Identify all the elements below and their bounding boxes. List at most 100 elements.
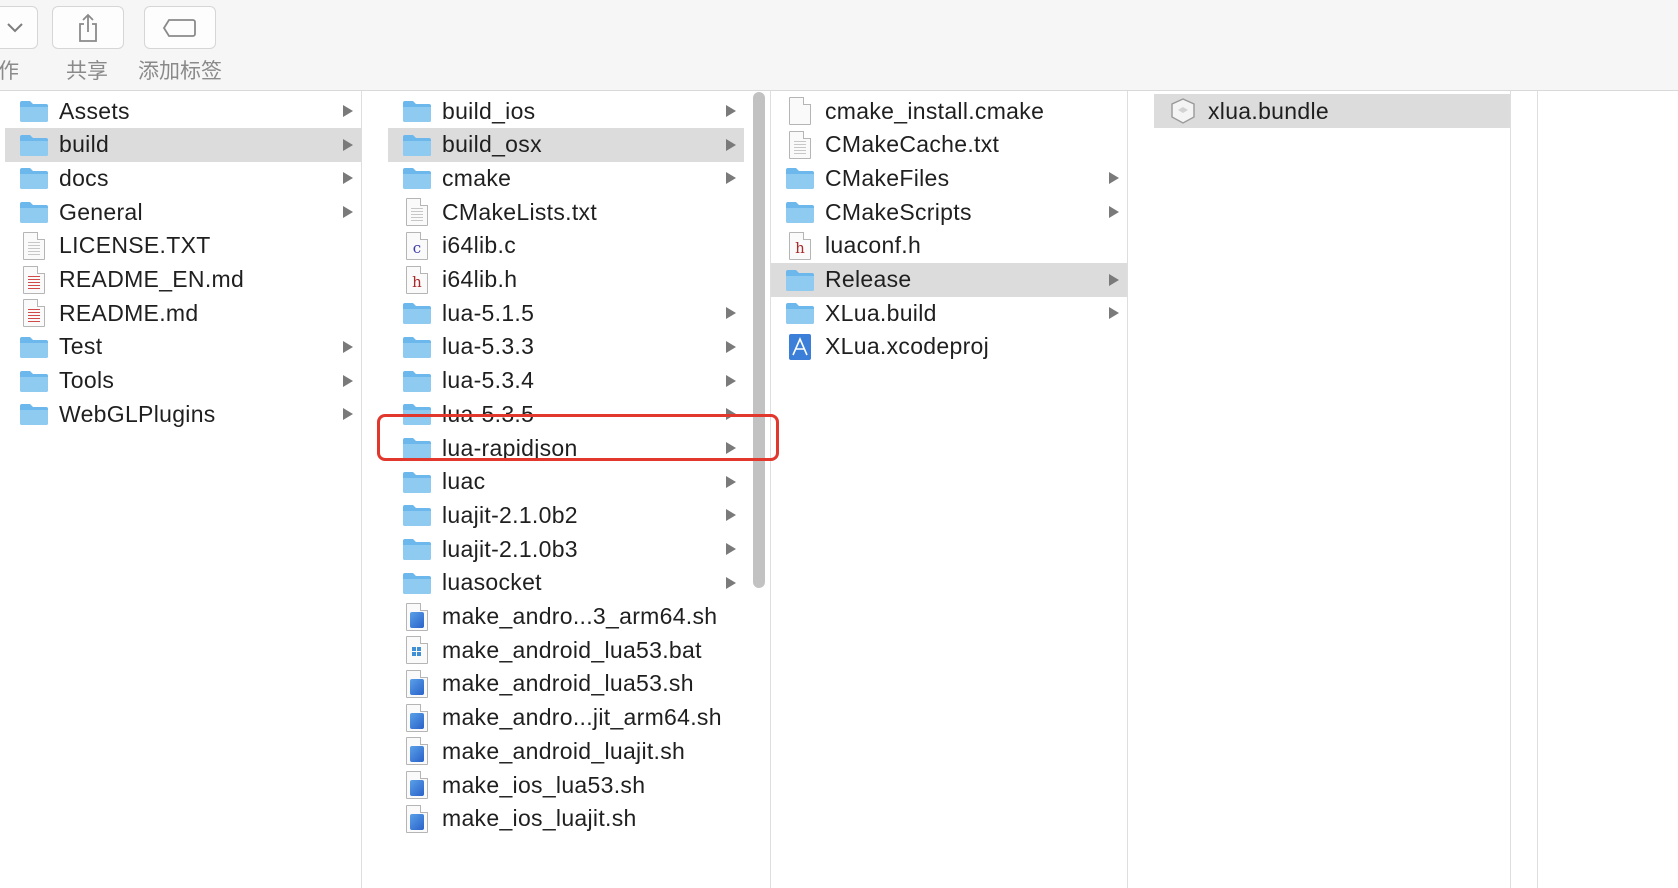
column-2-scrollbar[interactable]: [753, 92, 765, 588]
file-row[interactable]: make_ios_lua53.sh: [388, 768, 744, 802]
item-label: README.md: [59, 299, 199, 326]
item-label: i64lib.c: [442, 232, 516, 259]
file-row[interactable]: c i64lib.c: [388, 229, 744, 263]
folder-row[interactable]: luajit-2.1.0b3: [388, 532, 744, 566]
folder-icon: [400, 367, 434, 395]
disclosure-arrow-icon[interactable]: [726, 138, 736, 151]
file-row[interactable]: make_andro...jit_arm64.sh: [388, 701, 744, 735]
file-row[interactable]: XLua.xcodeproj: [771, 330, 1127, 364]
folder-row[interactable]: Assets: [5, 94, 361, 128]
disclosure-arrow-icon[interactable]: [343, 374, 353, 387]
disclosure-arrow-icon[interactable]: [1109, 206, 1119, 219]
file-row[interactable]: README.md: [5, 296, 361, 330]
folder-icon: [400, 333, 434, 361]
folder-row[interactable]: lua-5.1.5: [388, 296, 744, 330]
folder-row[interactable]: Test: [5, 330, 361, 364]
folder-row[interactable]: build: [5, 127, 361, 162]
file-row[interactable]: README_EN.md: [5, 263, 361, 297]
item-label: make_ios_luajit.sh: [442, 805, 637, 832]
disclosure-arrow-icon[interactable]: [726, 475, 736, 488]
disclosure-arrow-icon[interactable]: [343, 138, 353, 151]
folder-row[interactable]: lua-5.3.3: [388, 330, 744, 364]
folder-icon: [783, 266, 817, 294]
folder-row[interactable]: luajit-2.1.0b2: [388, 498, 744, 532]
folder-row[interactable]: build_ios: [388, 94, 744, 128]
disclosure-arrow-icon[interactable]: [726, 374, 736, 387]
disclosure-arrow-icon[interactable]: [726, 543, 736, 556]
shell-script-icon: [400, 771, 434, 799]
item-label: make_android_lua53.bat: [442, 636, 702, 663]
file-row[interactable]: h luaconf.h: [771, 229, 1127, 263]
disclosure-arrow-icon[interactable]: [343, 172, 353, 185]
file-row[interactable]: xlua.bundle: [1154, 94, 1510, 128]
file-row[interactable]: make_android_lua53.sh: [388, 667, 744, 701]
folder-row[interactable]: CMakeFiles: [771, 161, 1127, 195]
disclosure-arrow-icon[interactable]: [343, 105, 353, 117]
disclosure-arrow-icon[interactable]: [726, 576, 736, 589]
folder-row[interactable]: docs: [5, 161, 361, 195]
text-file-icon: [783, 130, 817, 159]
item-label: luasocket: [442, 569, 542, 596]
column-divider[interactable]: [1127, 91, 1128, 888]
c-file-icon: c: [400, 231, 434, 260]
folder-icon: [17, 97, 51, 125]
folder-row[interactable]: CMakeScripts: [771, 195, 1127, 229]
folder-row[interactable]: WebGLPlugins: [5, 397, 361, 431]
file-row[interactable]: make_ios_luajit.sh: [388, 802, 744, 836]
share-button[interactable]: [52, 6, 124, 49]
toolbar: 作 共享 添加标签: [0, 0, 1678, 91]
header-file-icon: h: [400, 265, 434, 294]
disclosure-arrow-icon[interactable]: [343, 408, 353, 421]
add-tag-button[interactable]: [144, 6, 216, 49]
item-label: i64lib.h: [442, 266, 518, 292]
column-divider[interactable]: [1510, 91, 1511, 888]
text-file-icon: [17, 231, 51, 260]
disclosure-arrow-icon[interactable]: [343, 206, 353, 219]
disclosure-arrow-icon[interactable]: [726, 172, 736, 185]
disclosure-arrow-icon[interactable]: [1109, 273, 1119, 286]
item-label: luaconf.h: [825, 232, 922, 259]
folder-icon: [400, 164, 434, 192]
column-1: Assets build docs General LICENSE.TXT README_…: [5, 91, 361, 888]
disclosure-arrow-icon[interactable]: [1109, 307, 1119, 320]
column-2: build_ios build_osx cmake CMakeLists.txt c i6…: [388, 91, 744, 888]
item-label: README_EN.md: [59, 266, 245, 292]
shell-script-icon: [400, 737, 434, 766]
folder-icon: [400, 535, 434, 563]
folder-row[interactable]: Release: [771, 262, 1127, 297]
disclosure-arrow-icon[interactable]: [726, 307, 736, 320]
column-divider[interactable]: [1537, 91, 1538, 888]
item-label: luajit-2.1.0b2: [442, 501, 578, 528]
file-row[interactable]: make_android_lua53.bat: [388, 633, 744, 667]
folder-row[interactable]: lua-5.3.4: [388, 364, 744, 398]
disclosure-arrow-icon[interactable]: [726, 105, 736, 117]
folder-row[interactable]: General: [5, 195, 361, 229]
item-label: Test: [59, 333, 103, 360]
disclosure-arrow-icon[interactable]: [1109, 172, 1119, 185]
folder-row[interactable]: build_osx: [388, 127, 744, 162]
action-label: 作: [0, 59, 19, 83]
file-row[interactable]: CMakeLists.txt: [388, 195, 744, 229]
file-row[interactable]: LICENSE.TXT: [5, 229, 361, 263]
disclosure-arrow-icon[interactable]: [726, 340, 736, 353]
folder-row[interactable]: luasocket: [388, 566, 744, 600]
folder-icon: [783, 299, 817, 327]
file-row[interactable]: make_android_luajit.sh: [388, 734, 744, 768]
bundle-icon: [1166, 97, 1200, 125]
file-row[interactable]: CMakeCache.txt: [771, 128, 1127, 162]
folder-row[interactable]: XLua.build: [771, 296, 1127, 330]
file-row[interactable]: h i64lib.h: [388, 263, 744, 297]
file-row[interactable]: cmake_install.cmake: [771, 94, 1127, 128]
column-divider[interactable]: [361, 91, 362, 888]
folder-row[interactable]: cmake: [388, 161, 744, 195]
item-label: Release: [825, 266, 912, 292]
disclosure-arrow-icon[interactable]: [343, 340, 353, 353]
batch-file-icon: [400, 636, 434, 665]
action-dropdown-button[interactable]: [0, 6, 38, 49]
file-row[interactable]: make_andro...3_arm64.sh: [388, 600, 744, 634]
item-label: lua-5.1.5: [442, 299, 535, 326]
disclosure-arrow-icon[interactable]: [726, 509, 736, 522]
folder-row[interactable]: Tools: [5, 364, 361, 398]
shell-script-icon: [400, 602, 434, 631]
folder-row[interactable]: luac: [388, 465, 744, 499]
